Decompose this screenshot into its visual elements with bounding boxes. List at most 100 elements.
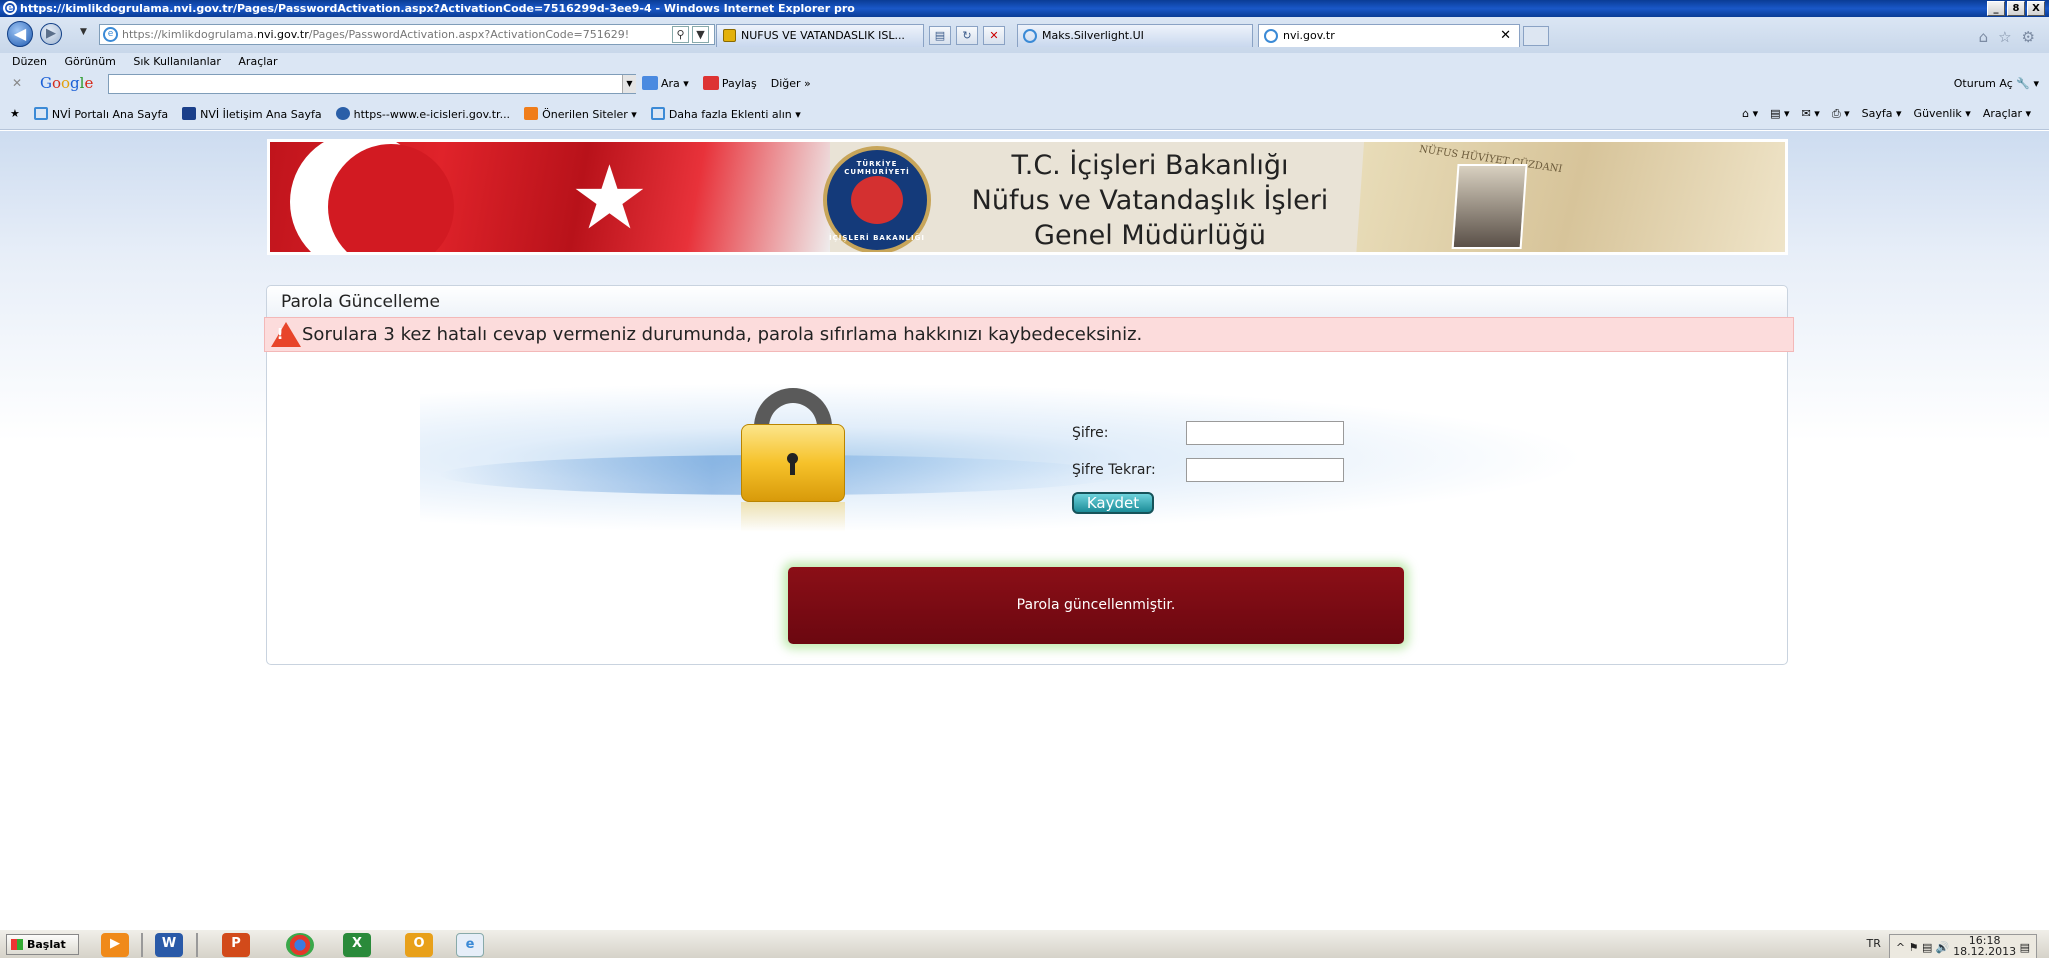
password-field[interactable] bbox=[1186, 421, 1344, 445]
taskbar: Başlat ▶ W P X O e TR ^ ⚑ ▤ 🔊 16:18 18.1… bbox=[0, 929, 2049, 958]
safety-menu-label: Güvenlik bbox=[1913, 107, 1962, 120]
favorite-label: Önerilen Siteler bbox=[542, 108, 628, 121]
password-label: Şifre: bbox=[1072, 425, 1109, 441]
powerpoint-icon[interactable]: P bbox=[222, 933, 250, 957]
minimize-button[interactable]: _ bbox=[1987, 1, 2005, 16]
favorite-suggested-sites[interactable]: Önerilen Siteler ▾ bbox=[524, 107, 637, 122]
wrench-icon[interactable]: 🔧 ▾ bbox=[2016, 77, 2039, 90]
new-tab-button[interactable] bbox=[1523, 26, 1549, 46]
show-desktop-icon[interactable]: ▤ bbox=[2020, 941, 2030, 954]
banner-line1: T.C. İçişleri Bakanlığı bbox=[1011, 150, 1289, 181]
header-banner: ★ TÜRKİYE CUMHURİYETİ İÇİŞLERİ BAKANLIĞI… bbox=[267, 139, 1788, 255]
panel-title: Parola Güncelleme bbox=[267, 286, 1787, 318]
favorite-nvi-portal[interactable]: NVİ Portalı Ana Sayfa bbox=[33, 107, 168, 122]
close-window-button[interactable]: X bbox=[2027, 1, 2045, 16]
tab-label: NUFUS VE VATANDASLIK ISL... bbox=[741, 29, 905, 42]
favorites-items: ★ NVİ Portalı Ana Sayfa NVİ İletişim Ana… bbox=[10, 107, 801, 122]
share-button[interactable]: Paylaş bbox=[702, 75, 757, 93]
tools-menu-label: Araçlar bbox=[1982, 107, 2022, 120]
banner-line2: Nüfus ve Vatandaşlık İşleri bbox=[971, 185, 1329, 216]
windows-logo-icon bbox=[11, 939, 23, 950]
close-toolbar-icon[interactable]: ✕ bbox=[12, 76, 22, 90]
start-button[interactable]: Başlat bbox=[6, 934, 79, 955]
language-indicator[interactable]: TR bbox=[1867, 934, 1881, 958]
window-title-bar: e https://kimlikdogrulama.nvi.gov.tr/Pag… bbox=[0, 0, 2049, 17]
google-toolbar-items: Ara ▾ Paylaş Diğer » bbox=[642, 75, 811, 93]
favorite-label: NVİ İletişim Ana Sayfa bbox=[200, 108, 322, 121]
ie-fav-icon bbox=[650, 107, 665, 120]
tab-nufus[interactable]: NUFUS VE VATANDASLIK ISL... bbox=[716, 24, 924, 47]
flag-icon[interactable]: ⚑ bbox=[1909, 941, 1919, 954]
google-search-button[interactable]: Ara ▾ bbox=[642, 75, 689, 93]
refresh-button[interactable]: ↻ bbox=[956, 26, 978, 45]
mail-icon[interactable]: ✉ ▾ bbox=[1802, 107, 1820, 121]
search-icon[interactable]: ⚲ bbox=[672, 26, 689, 43]
share-label: Paylaş bbox=[721, 77, 757, 90]
tools-menu[interactable]: Araçlar ▾ bbox=[1983, 107, 2031, 121]
back-button[interactable]: ◀ bbox=[7, 21, 33, 47]
ministry-seal-logo: TÜRKİYE CUMHURİYETİ İÇİŞLERİ BAKANLIĞI bbox=[823, 146, 931, 252]
ie-logo-icon: e bbox=[3, 1, 17, 15]
password-repeat-field[interactable] bbox=[1186, 458, 1344, 482]
search-label: Ara bbox=[661, 77, 680, 90]
favorite-more-addons[interactable]: Daha fazla Eklenti alın ▾ bbox=[650, 107, 801, 122]
close-tab-icon[interactable]: ✕ bbox=[1500, 25, 1511, 46]
history-dropdown-icon[interactable]: ▼ bbox=[80, 27, 87, 37]
favorite-label: https--www.e-icisleri.gov.tr... bbox=[353, 108, 511, 121]
navigation-bar: ◀ ▶ ▼ e https://kimlikdogrulama.nvi.gov.… bbox=[0, 17, 2049, 53]
favorite-nvi-contact[interactable]: NVİ İletişim Ana Sayfa bbox=[182, 107, 322, 122]
gear-icon[interactable]: ⚙ bbox=[2022, 28, 2035, 46]
forward-button[interactable]: ▶ bbox=[40, 23, 62, 45]
success-message: Parola güncellenmiştir. bbox=[788, 567, 1404, 644]
menu-view[interactable]: Görünüm bbox=[64, 55, 115, 68]
star-icon[interactable]: ☆ bbox=[1998, 28, 2011, 46]
star-icon: ★ bbox=[570, 146, 649, 249]
media-player-icon[interactable]: ▶ bbox=[101, 933, 129, 957]
address-bar[interactable]: e https://kimlikdogrulama.nvi.gov.tr/Pag… bbox=[99, 24, 715, 45]
seal-top-text: TÜRKİYE CUMHURİYETİ bbox=[844, 160, 910, 176]
address-dropdown-icon[interactable]: ▼ bbox=[692, 26, 709, 43]
google-logo: Google bbox=[40, 74, 94, 92]
home-icon[interactable]: ⌂ ▾ bbox=[1742, 107, 1758, 121]
ie-fav-icon bbox=[33, 107, 48, 120]
tab-nvi[interactable]: nvi.gov.tr ✕ bbox=[1258, 24, 1520, 47]
fav-icon bbox=[182, 107, 197, 120]
desktop-screen: e https://kimlikdogrulama.nvi.gov.tr/Pag… bbox=[0, 0, 2049, 958]
search-dropdown-icon[interactable]: ▼ bbox=[622, 75, 636, 93]
safety-menu[interactable]: Güvenlik ▾ bbox=[1914, 107, 1971, 121]
favorites-star-icon[interactable]: ★ bbox=[10, 107, 20, 122]
chrome-icon[interactable] bbox=[286, 933, 314, 957]
more-button[interactable]: Diğer » bbox=[771, 75, 811, 93]
menu-tools[interactable]: Araçlar bbox=[238, 55, 277, 68]
id-card-image: NÜFUS HÜVİYET CÜZDANI bbox=[1355, 142, 1785, 252]
outlook-icon[interactable]: O bbox=[405, 933, 433, 957]
feeds-icon[interactable]: ▤ ▾ bbox=[1770, 107, 1789, 121]
ie-tab-icon bbox=[1264, 29, 1278, 43]
clock[interactable]: 16:18 18.12.2013 bbox=[1953, 935, 2016, 957]
restore-button[interactable]: 8 bbox=[2007, 1, 2025, 16]
padlock-reflection bbox=[741, 502, 845, 532]
compat-view-button[interactable]: ▤ bbox=[929, 26, 951, 45]
google-search-input[interactable] bbox=[108, 74, 636, 94]
home-icon[interactable]: ⌂ bbox=[1979, 28, 1989, 46]
volume-icon[interactable]: 🔊 bbox=[1936, 941, 1950, 954]
print-icon[interactable]: ⎙ ▾ bbox=[1832, 107, 1850, 121]
save-button[interactable]: Kaydet bbox=[1072, 492, 1154, 514]
expand-tray-icon[interactable]: ^ bbox=[1896, 941, 1905, 954]
internet-explorer-icon[interactable]: e bbox=[456, 933, 484, 957]
menu-favorites[interactable]: Sık Kullanılanlar bbox=[133, 55, 221, 68]
network-icon[interactable]: ▤ bbox=[1922, 941, 1932, 954]
google-signin[interactable]: Oturum Aç 🔧 ▾ bbox=[1954, 75, 2039, 93]
stop-button[interactable]: ✕ bbox=[983, 26, 1005, 45]
browser-right-icons: ⌂ ☆ ⚙ bbox=[1979, 28, 2035, 46]
signin-label: Oturum Aç bbox=[1953, 77, 2013, 90]
turkish-flag-image: ★ bbox=[270, 142, 830, 252]
lock-icon bbox=[723, 29, 736, 42]
page-menu[interactable]: Sayfa ▾ bbox=[1862, 107, 1902, 121]
window-title: https://kimlikdogrulama.nvi.gov.tr/Pages… bbox=[20, 2, 855, 15]
favorite-e-icisleri[interactable]: https--www.e-icisleri.gov.tr... bbox=[335, 107, 511, 122]
excel-icon[interactable]: X bbox=[343, 933, 371, 957]
menu-edit[interactable]: Düzen bbox=[12, 55, 47, 68]
word-icon[interactable]: W bbox=[155, 933, 183, 957]
tab-maks-silverlight[interactable]: Maks.Silverlight.UI bbox=[1017, 24, 1253, 47]
